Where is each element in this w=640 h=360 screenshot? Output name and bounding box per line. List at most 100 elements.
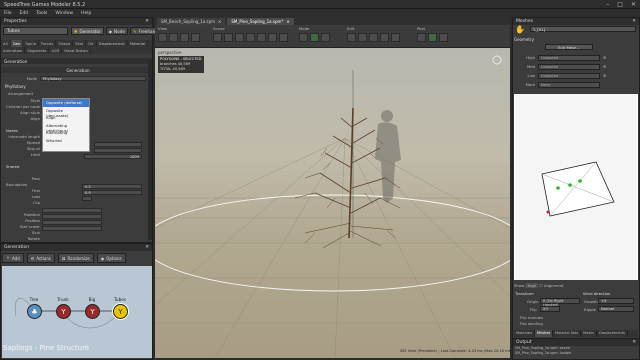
close-icon[interactable]: ✕ <box>218 19 221 24</box>
dropdown-option-opposite-decussate[interactable]: Opposite (decussate) <box>43 107 89 118</box>
tab-masks[interactable]: Masks <box>581 330 597 337</box>
flip-select[interactable]: X-Y <box>540 306 560 312</box>
dropdown-option-opposite-deflorse[interactable]: Opposite (deflorse) <box>43 99 89 107</box>
mesh-select[interactable]: 1_[01] <box>530 26 636 32</box>
tab-materials[interactable]: Materials <box>514 330 536 337</box>
tree-node[interactable]: ♣ <box>27 304 42 319</box>
node-button[interactable]: ◆ Node <box>105 27 128 35</box>
tab-hand-drawn[interactable]: Hand Drawn <box>62 47 91 54</box>
sink-field[interactable] <box>42 226 102 231</box>
sun-icon[interactable] <box>279 33 288 42</box>
tab-skin[interactable]: Skin <box>73 40 87 47</box>
trunk-node[interactable]: Y <box>56 304 71 319</box>
tab-segments[interactable]: Segments <box>25 47 50 54</box>
branch-mode-icon[interactable] <box>310 33 319 42</box>
light-icon[interactable] <box>180 33 189 42</box>
tab-material[interactable]: Material <box>128 40 149 47</box>
show-select[interactable]: High <box>525 283 539 288</box>
panel-close-icon[interactable]: ✕ <box>145 19 149 24</box>
lod-high-field[interactable]: Unloaded <box>538 54 600 61</box>
tab-displacements[interactable]: Displacements <box>597 330 628 337</box>
flip-normals-label[interactable]: Flip normals <box>520 315 543 320</box>
gear-icon[interactable]: ⚙ <box>603 55 606 60</box>
menu-help[interactable]: Help <box>81 11 91 16</box>
options-button[interactable]: ◉ Options <box>96 253 126 263</box>
lod-icon[interactable] <box>428 33 437 42</box>
tab-all[interactable]: All <box>1 40 11 47</box>
ripple-select[interactable]: Normal <box>598 306 634 312</box>
dropdown-option-whorled[interactable]: Whorled <box>43 137 89 145</box>
render-icon[interactable] <box>417 33 426 42</box>
lod-low-field[interactable]: Unloaded <box>538 72 600 79</box>
rotate-icon[interactable] <box>358 33 367 42</box>
3d-viewport[interactable] <box>155 48 510 358</box>
maximize-icon[interactable]: □ <box>617 1 623 8</box>
first-field[interactable]: 0.2 <box>82 184 142 189</box>
menu-window[interactable]: Window <box>55 11 73 16</box>
limit-field[interactable]: 1000 <box>84 154 142 159</box>
hand-icon[interactable] <box>158 33 167 42</box>
grid-icon[interactable] <box>191 33 200 42</box>
panel-close-icon[interactable]: ✕ <box>632 19 636 24</box>
dropdown-option-alternating-distichous[interactable]: Alternating (distichous) <box>43 122 89 133</box>
tab-lod[interactable]: LOD <box>49 47 63 54</box>
gear-icon[interactable]: ⚙ <box>603 64 606 69</box>
forces-icon[interactable] <box>246 33 255 42</box>
tab-material-sets[interactable]: Material Sets <box>553 330 582 337</box>
collision-icon[interactable] <box>235 33 244 42</box>
close-icon[interactable]: ✕ <box>286 19 289 24</box>
panel-close-icon[interactable]: ✕ <box>632 340 636 345</box>
position-field[interactable] <box>42 214 102 219</box>
close-icon[interactable]: ✕ <box>631 1 636 8</box>
growth-select[interactable]: +X <box>598 298 634 304</box>
add-button[interactable]: ＋ Add <box>2 253 24 263</box>
properties-scrollbar[interactable] <box>148 60 152 240</box>
camera-icon[interactable] <box>169 33 178 42</box>
menu-edit[interactable]: Edit <box>20 11 29 16</box>
origin-select[interactable]: 0 (Up Right Handed) <box>540 298 580 307</box>
scale-icon[interactable] <box>369 33 378 42</box>
generation-close-icon[interactable]: ✕ <box>145 245 149 250</box>
generator-button[interactable]: ✱ Generator <box>71 27 104 35</box>
tab-uv[interactable]: UV <box>86 40 97 47</box>
tab-pine-sapling[interactable]: SM_Pine_Sapling_1a.spm* ✕ <box>227 18 294 25</box>
minimize-icon[interactable]: – <box>606 1 609 8</box>
tab-displacement[interactable]: Displacement <box>97 40 128 47</box>
move-icon[interactable] <box>347 33 356 42</box>
size-scaler-field[interactable] <box>42 220 102 225</box>
last-field[interactable]: 0.9 <box>82 190 142 195</box>
menu-file[interactable]: File <box>4 11 12 16</box>
ruler-icon[interactable] <box>257 33 266 42</box>
lod-more-field[interactable]: None <box>538 81 600 88</box>
tab-meshes[interactable]: Meshes <box>535 330 554 337</box>
tab-gen[interactable]: Gen <box>10 40 24 47</box>
person-icon[interactable] <box>268 33 277 42</box>
species-field[interactable]: Tubes <box>3 27 68 35</box>
tab-forces[interactable]: Forces <box>39 40 57 47</box>
spread-field[interactable] <box>94 148 142 153</box>
edit-mesh-button[interactable]: Edit Mesh... <box>545 44 593 50</box>
export-icon[interactable] <box>439 33 448 42</box>
internode-length-field[interactable] <box>94 142 142 147</box>
prune-icon[interactable] <box>380 33 389 42</box>
big-node[interactable]: Y <box>85 304 100 319</box>
menu-tools[interactable]: Tools <box>36 11 47 16</box>
flip-winding-label[interactable]: Flip winding <box>520 321 543 326</box>
gear-icon[interactable]: ⚙ <box>603 73 606 78</box>
freeze-icon[interactable] <box>391 33 400 42</box>
dropdown-option-alternating[interactable]: Alternating <box>43 129 89 137</box>
tab-spine[interactable]: Spine <box>23 40 40 47</box>
wind-icon[interactable] <box>224 33 233 42</box>
fan-icon[interactable] <box>213 33 222 42</box>
leaf-mode-icon[interactable] <box>321 33 330 42</box>
lod-med-field[interactable]: Unloaded <box>538 63 600 70</box>
hand-icon[interactable]: ✋ <box>515 25 525 34</box>
tab-animation[interactable]: Animation <box>1 47 26 54</box>
mode-select[interactable]: Phyllotaxy <box>40 75 146 81</box>
actions-button[interactable]: ⚙ Actions <box>26 253 55 263</box>
tubes-node[interactable]: Y <box>113 304 128 319</box>
tab-shape[interactable]: Shape <box>56 40 74 47</box>
randomize-button[interactable]: ⚄ Randomize <box>57 253 94 263</box>
mesh-preview[interactable] <box>514 94 638 280</box>
tab-beech-sapling[interactable]: SM_Beech_Sapling_1a.spm ✕ <box>157 18 226 25</box>
